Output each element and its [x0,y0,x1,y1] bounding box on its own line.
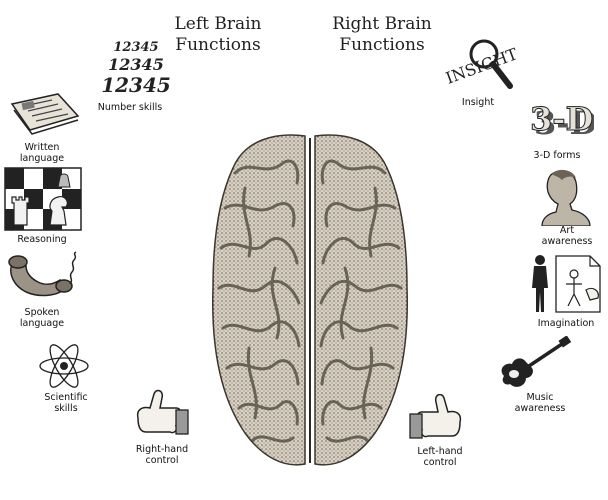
chess-icon [4,167,82,231]
label-line: Left-hand [417,446,463,457]
label-line: skills [54,403,78,414]
numbers-icon: 12345 12345 12345 [96,40,176,96]
thumbs-up-left-hand-icon [409,394,462,439]
label-line: language [19,153,65,164]
left-hemisphere [212,134,306,466]
right-brain-heading: Right Brain Functions [312,14,452,56]
label-line: Art [559,225,575,236]
label-spoken-language: Spoken language [4,307,80,329]
label-line: Spoken [24,307,60,318]
number-small: 12345 [113,40,159,55]
number-large: 12345 [101,73,171,97]
label-line: Right-hand [135,444,189,455]
label-line: Reasoning [17,234,67,245]
label-music-awareness: Music awareness [504,392,576,414]
guitar-icon [501,336,572,387]
label-line: Imagination [537,318,595,329]
number-medium: 12345 [108,55,164,74]
right-heading-line-2: Functions [339,35,425,55]
thumbs-up-right-hand-icon [136,389,189,435]
label-imagination: Imagination [530,318,602,329]
label-line: Insight [461,97,495,108]
label-line: awareness [514,403,566,414]
statue-bust-icon [541,169,591,226]
newspaper-icon [10,93,80,135]
label-reasoning: Reasoning [4,234,80,245]
label-line: language [19,318,65,329]
label-line: control [145,455,179,466]
magnifier-icon: INSIGHT [443,39,520,89]
3d-front-text: 3-D [530,100,593,138]
label-written-language: Written language [4,142,80,164]
label-insight: Insight [448,97,508,108]
label-line: Written [24,142,60,153]
label-line: Scientific [44,392,88,403]
telephone-icon [8,251,77,297]
label-line: Music [526,392,554,403]
label-line: awareness [541,236,593,247]
label-number-skills: Number skills [90,102,170,113]
3d-letters-icon: 3-D 3-D [530,100,595,143]
label-art-awareness: Art awareness [530,225,604,247]
left-heading-line-1: Left Brain [174,14,262,34]
label-line: 3-D forms [533,150,581,161]
label-line: control [423,457,457,468]
label-line: Number skills [97,102,163,113]
label-left-hand-control: Left-hand control [402,446,478,468]
figure-drawing-icon [532,255,601,313]
right-hemisphere [314,134,408,466]
label-scientific-skills: Scientific skills [26,392,106,414]
label-3d-forms: 3-D forms [522,150,592,161]
right-heading-line-1: Right Brain [332,14,432,34]
brain-illustration [212,134,408,466]
atom-icon [39,344,89,388]
diagram: Left Brain Functions Right Brain Functio… [0,0,608,500]
label-right-hand-control: Right-hand control [126,444,198,466]
